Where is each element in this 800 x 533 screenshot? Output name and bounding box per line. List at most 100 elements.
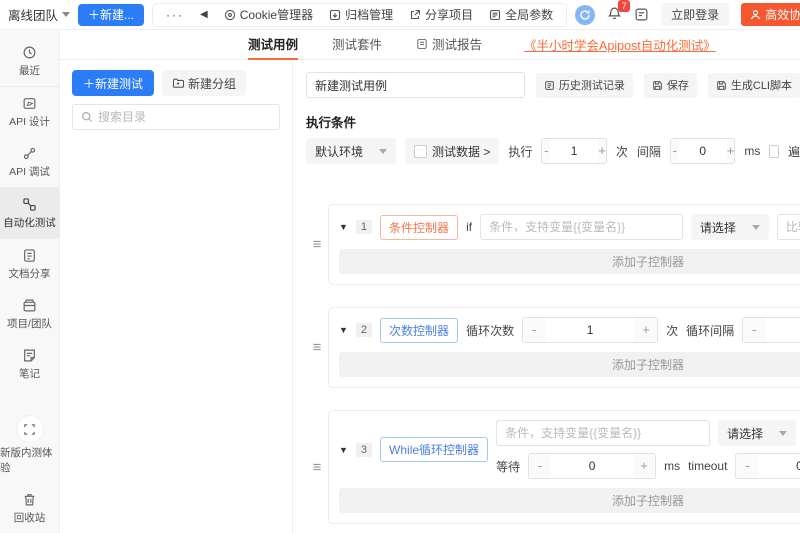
plus-button[interactable]: + bbox=[727, 139, 735, 163]
add-child-controller-button[interactable]: 添加子控制器 bbox=[339, 249, 800, 274]
loop-count-unit: 次 bbox=[666, 322, 678, 339]
controller-list: ≡ ▼ 1 条件控制器 if 请选择 bbox=[306, 204, 800, 524]
controller-index: 3 bbox=[356, 443, 372, 457]
wait-unit: ms bbox=[664, 459, 680, 473]
minus-button[interactable]: - bbox=[542, 139, 550, 163]
interval-stepper: - + bbox=[670, 138, 736, 164]
params-icon bbox=[489, 9, 501, 21]
feedback-button[interactable] bbox=[634, 7, 649, 22]
controller-while-loop: ≡ ▼ 3 While循环控制器 请选择 bbox=[306, 410, 800, 524]
search-icon bbox=[81, 111, 93, 123]
test-data-checkbox[interactable] bbox=[414, 145, 427, 158]
generate-cli-button[interactable]: 生成CLI脚本 bbox=[708, 73, 800, 98]
add-child-controller-button[interactable]: 添加子控制器 bbox=[339, 352, 800, 377]
controller-type-badge: While循环控制器 bbox=[380, 437, 488, 462]
tab-test-case[interactable]: 测试用例 bbox=[248, 30, 298, 60]
toolbar-group: ··· ◀ Cookie管理器 归档管理 分享项目 全局参数 bbox=[152, 3, 567, 27]
chevron-down-icon bbox=[62, 12, 70, 17]
exec-conditions-title: 执行条件 bbox=[306, 112, 800, 131]
minus-button[interactable]: - bbox=[529, 454, 551, 478]
share-project-button[interactable]: 分享项目 bbox=[402, 4, 480, 26]
extra-checkbox[interactable] bbox=[769, 145, 779, 158]
controller-type-badge: 条件控制器 bbox=[380, 215, 458, 240]
collapse-sidebar-button[interactable]: ◀ bbox=[193, 4, 215, 26]
sidebar-item-notes[interactable]: 笔记 bbox=[0, 339, 59, 389]
search-input[interactable] bbox=[98, 110, 271, 124]
top-bar: 离线团队 ＋新建... ··· ◀ Cookie管理器 归档管理 分享项目 bbox=[0, 0, 800, 30]
sync-status-icon[interactable] bbox=[575, 5, 595, 25]
operator-select[interactable]: 请选择 bbox=[691, 214, 769, 240]
interval-input[interactable] bbox=[679, 144, 727, 158]
sidebar-item-api-debug[interactable]: API 调试 bbox=[0, 137, 59, 187]
chevron-down-icon bbox=[779, 431, 787, 436]
new-test-button[interactable]: ＋新建测试 bbox=[72, 70, 154, 96]
loop-count-label: 循环次数 bbox=[466, 322, 514, 339]
search-box bbox=[72, 104, 280, 130]
collab-button[interactable]: 高效协作 bbox=[741, 3, 800, 26]
add-child-controller-button[interactable]: 添加子控制器 bbox=[339, 488, 800, 513]
new-button[interactable]: ＋新建... bbox=[78, 4, 144, 26]
while-condition-input[interactable] bbox=[496, 420, 710, 446]
condition-input[interactable] bbox=[480, 214, 683, 240]
minus-button[interactable]: - bbox=[671, 139, 679, 163]
save-button[interactable]: 保存 bbox=[644, 73, 697, 98]
notifications-button[interactable]: 7 bbox=[607, 6, 622, 24]
sidebar-item-api-design[interactable]: API 设计 bbox=[0, 86, 59, 137]
env-select[interactable]: 默认环境 bbox=[306, 138, 396, 164]
plus-button[interactable]: + bbox=[633, 454, 655, 478]
sidebar-item-doc-share[interactable]: 文档分享 bbox=[0, 238, 59, 289]
history-button[interactable]: 历史测试记录 bbox=[536, 73, 633, 98]
loop-gap-input[interactable] bbox=[765, 323, 800, 337]
share-icon bbox=[409, 9, 421, 21]
sidebar-item-trash[interactable]: 回收站 bbox=[0, 483, 59, 533]
plus-button[interactable]: + bbox=[598, 139, 606, 163]
exec-count-input[interactable] bbox=[550, 144, 598, 158]
collapse-icon[interactable]: ▼ bbox=[339, 325, 348, 335]
timeout-label: timeout bbox=[688, 459, 727, 473]
drag-handle-icon[interactable]: ≡ bbox=[306, 339, 328, 356]
tab-test-suite[interactable]: 测试套件 bbox=[332, 30, 382, 60]
timeout-input[interactable] bbox=[758, 459, 800, 473]
sidebar-item-project-team[interactable]: 项目/团队 bbox=[0, 289, 59, 339]
wait-input[interactable] bbox=[551, 459, 633, 473]
sidebar-item-beta[interactable]: 新版内测体验 bbox=[0, 407, 59, 483]
box-icon bbox=[22, 298, 37, 313]
minus-button[interactable]: - bbox=[523, 318, 545, 342]
beta-icon bbox=[17, 416, 43, 442]
directory-panel: ＋新建测试 新建分组 bbox=[60, 60, 293, 533]
collapse-icon[interactable]: ▼ bbox=[339, 222, 348, 232]
team-switcher[interactable]: 离线团队 bbox=[8, 5, 70, 24]
person-icon bbox=[750, 9, 761, 20]
controller-type-badge: 次数控制器 bbox=[380, 318, 458, 343]
exec-conditions-row: 默认环境 测试数据 > 执行 - + 次 间隔 bbox=[306, 138, 800, 164]
test-case-editor: 历史测试记录 保存 生成CLI脚本 执行条 bbox=[293, 60, 800, 533]
edit-icon bbox=[22, 96, 37, 111]
test-data-toggle[interactable]: 测试数据 > bbox=[405, 138, 499, 164]
minus-button[interactable]: - bbox=[736, 454, 758, 478]
sidebar-item-recent[interactable]: 最近 bbox=[0, 36, 59, 86]
team-name: 离线团队 bbox=[8, 5, 58, 24]
collapse-icon[interactable]: ▼ bbox=[339, 445, 348, 455]
compare-value-input[interactable] bbox=[777, 214, 800, 240]
tab-bar: 测试用例 测试套件 测试报告 《半小时学会Apipost自动化测试》 bbox=[60, 30, 800, 60]
sidebar-item-auto-test[interactable]: 自动化测试 bbox=[0, 187, 59, 238]
login-button[interactable]: 立即登录 bbox=[661, 3, 729, 26]
archive-manager-button[interactable]: 归档管理 bbox=[322, 4, 400, 26]
more-button[interactable]: ··· bbox=[159, 4, 191, 26]
drag-handle-icon[interactable]: ≡ bbox=[306, 459, 328, 476]
cookie-manager-button[interactable]: Cookie管理器 bbox=[217, 4, 320, 26]
global-params-button[interactable]: 全局参数 bbox=[482, 4, 560, 26]
cookie-icon bbox=[224, 9, 236, 21]
new-group-button[interactable]: 新建分组 bbox=[162, 70, 246, 96]
topbar-right: 7 立即登录 高效协作 — bbox=[575, 3, 800, 26]
automation-icon bbox=[22, 197, 37, 212]
plus-button[interactable]: + bbox=[635, 318, 657, 342]
case-name-input[interactable] bbox=[306, 72, 525, 98]
minus-button[interactable]: - bbox=[743, 318, 765, 342]
tab-test-report[interactable]: 测试报告 bbox=[416, 30, 482, 60]
folder-plus-icon bbox=[172, 77, 184, 89]
loop-count-input[interactable] bbox=[545, 323, 635, 337]
while-operator-select[interactable]: 请选择 bbox=[718, 420, 796, 446]
drag-handle-icon[interactable]: ≡ bbox=[306, 236, 328, 253]
tutorial-link[interactable]: 《半小时学会Apipost自动化测试》 bbox=[524, 35, 716, 54]
